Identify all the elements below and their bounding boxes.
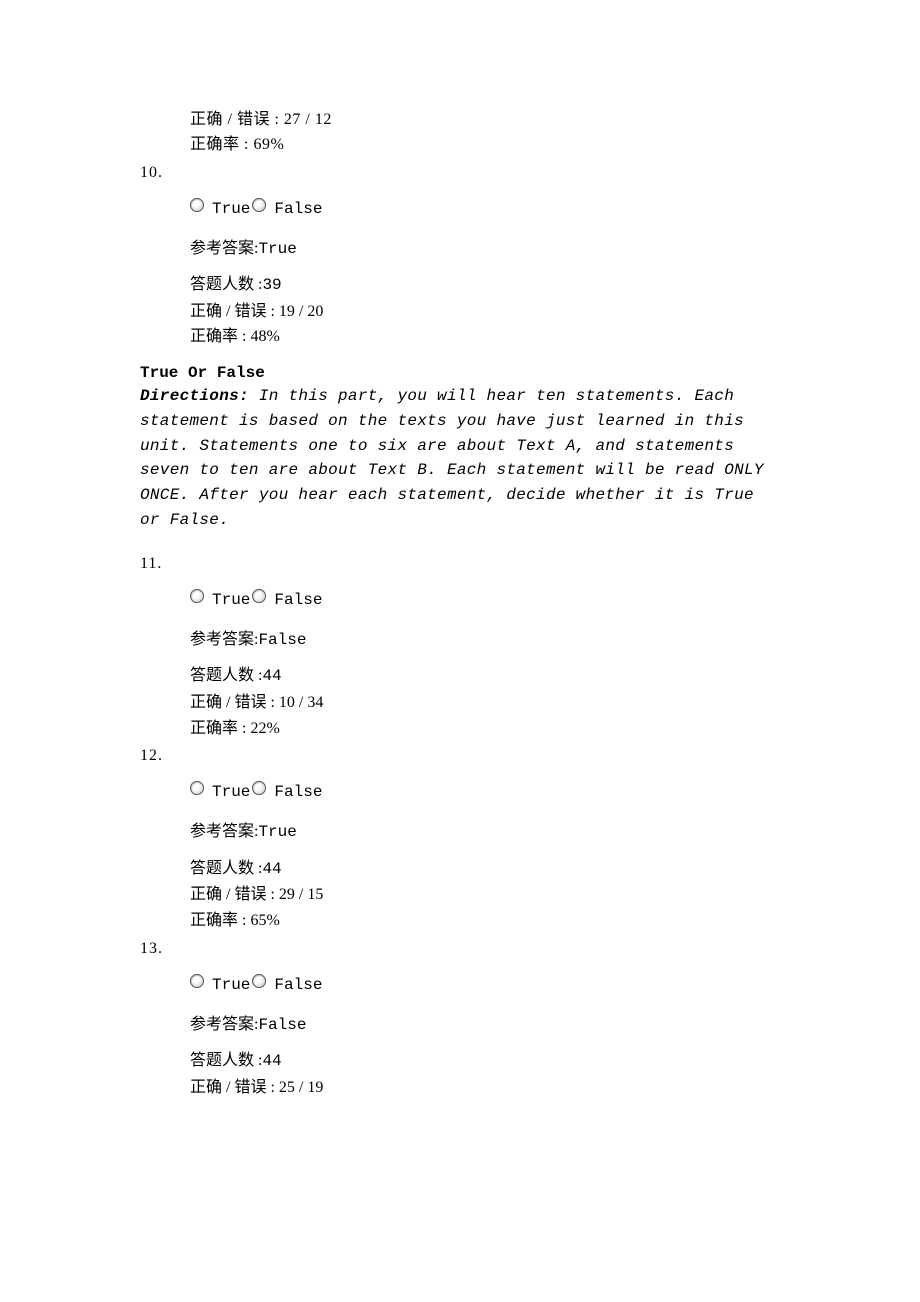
- correct-wrong-label: 正确 / 错误 :: [190, 303, 279, 320]
- correct-wrong-label: 正确 / 错误 :: [190, 1079, 279, 1096]
- option-true-label[interactable]: True: [212, 591, 250, 609]
- option-true-label[interactable]: True: [212, 200, 250, 218]
- answer-value: True: [258, 823, 296, 841]
- correct-wrong-label: 正确 / 错误 :: [190, 886, 279, 903]
- count-value: 39: [262, 276, 281, 294]
- answer-label: 参考答案:: [190, 823, 258, 840]
- reference-answer: 参考答案:False: [190, 1012, 780, 1039]
- correct-wrong-line: 正确 / 错误 : 25 / 19: [190, 1075, 780, 1101]
- count-label: 答题人数 :: [190, 667, 262, 684]
- answer-value: True: [258, 240, 296, 258]
- q11-options: True False: [190, 591, 780, 609]
- respondent-count: 答题人数 :44: [190, 1048, 780, 1075]
- option-false-label[interactable]: False: [274, 976, 322, 994]
- count-value: 44: [262, 860, 281, 878]
- question-number-12: 12.: [140, 747, 780, 765]
- option-true-label[interactable]: True: [212, 783, 250, 801]
- answer-label: 参考答案:: [190, 1016, 258, 1033]
- page: 正确 / 错误 : 27 / 12 正确率 : 69% 10. True Fal…: [0, 0, 920, 1302]
- rate-label: 正确率 :: [190, 720, 250, 737]
- q13-answer-block: 参考答案:False 答题人数 :44 正确 / 错误 : 25 / 19: [190, 1012, 780, 1101]
- radio-icon[interactable]: [190, 974, 204, 988]
- count-label: 答题人数 :: [190, 276, 262, 293]
- option-false-label[interactable]: False: [274, 200, 322, 218]
- radio-icon[interactable]: [190, 589, 204, 603]
- option-true-label[interactable]: True: [212, 976, 250, 994]
- count-value: 44: [262, 1052, 281, 1070]
- answer-value: False: [258, 1016, 306, 1034]
- radio-icon[interactable]: [252, 589, 266, 603]
- q10-options: True False: [190, 200, 780, 218]
- answer-value: False: [258, 631, 306, 649]
- correct-wrong-value: 27 / 12: [284, 111, 332, 128]
- correct-wrong-line: 正确 / 错误 : 29 / 15: [190, 882, 780, 908]
- correct-wrong-value: 19 / 20: [279, 303, 323, 320]
- question-number-11: 11.: [140, 555, 780, 573]
- rate-value: 65%: [250, 912, 279, 929]
- respondent-count: 答题人数 :44: [190, 663, 780, 690]
- correct-wrong-line: 正确 / 错误 : 10 / 34: [190, 690, 780, 716]
- rate-label: 正确率 :: [190, 136, 253, 153]
- rate-value: 69%: [253, 136, 284, 153]
- section-directions: Directions: In this part, you will hear …: [140, 384, 780, 533]
- rate-value: 48%: [250, 328, 279, 345]
- q10-answer-block: 参考答案:True 答题人数 :39 正确 / 错误 : 19 / 20 正确率…: [190, 236, 780, 350]
- rate-line: 正确率 : 22%: [190, 716, 780, 742]
- q13-options: True False: [190, 976, 780, 994]
- q-prev-stats: 正确 / 错误 : 27 / 12 正确率 : 69%: [190, 108, 780, 158]
- q12-options: True False: [190, 783, 780, 801]
- correct-wrong-label: 正确 / 错误 :: [190, 111, 284, 128]
- correct-wrong-value: 10 / 34: [279, 694, 323, 711]
- question-number-13: 13.: [140, 940, 780, 958]
- option-false-label[interactable]: False: [274, 783, 322, 801]
- q12-answer-block: 参考答案:True 答题人数 :44 正确 / 错误 : 29 / 15 正确率…: [190, 819, 780, 933]
- rate-label: 正确率 :: [190, 328, 250, 345]
- respondent-count: 答题人数 :44: [190, 856, 780, 883]
- correct-wrong-line: 正确 / 错误 : 19 / 20: [190, 299, 780, 325]
- radio-icon[interactable]: [190, 198, 204, 212]
- rate-label: 正确率 :: [190, 912, 250, 929]
- correct-wrong-line: 正确 / 错误 : 27 / 12: [190, 108, 780, 133]
- count-label: 答题人数 :: [190, 860, 262, 877]
- rate-value: 22%: [250, 720, 279, 737]
- option-false-label[interactable]: False: [274, 591, 322, 609]
- rate-line: 正确率 : 69%: [190, 133, 780, 158]
- correct-wrong-label: 正确 / 错误 :: [190, 694, 279, 711]
- rate-line: 正确率 : 48%: [190, 324, 780, 350]
- count-label: 答题人数 :: [190, 1052, 262, 1069]
- radio-icon[interactable]: [252, 198, 266, 212]
- radio-icon[interactable]: [252, 974, 266, 988]
- correct-wrong-value: 25 / 19: [279, 1079, 323, 1096]
- respondent-count: 答题人数 :39: [190, 272, 780, 299]
- reference-answer: 参考答案:False: [190, 627, 780, 654]
- correct-wrong-value: 29 / 15: [279, 886, 323, 903]
- directions-label: Directions:: [140, 387, 249, 405]
- q11-answer-block: 参考答案:False 答题人数 :44 正确 / 错误 : 10 / 34 正确…: [190, 627, 780, 741]
- reference-answer: 参考答案:True: [190, 236, 780, 263]
- answer-label: 参考答案:: [190, 240, 258, 257]
- count-value: 44: [262, 667, 281, 685]
- answer-label: 参考答案:: [190, 631, 258, 648]
- section-title: True Or False: [140, 364, 780, 382]
- radio-icon[interactable]: [190, 781, 204, 795]
- directions-text: In this part, you will hear ten statemen…: [140, 387, 764, 529]
- rate-line: 正确率 : 65%: [190, 908, 780, 934]
- reference-answer: 参考答案:True: [190, 819, 780, 846]
- radio-icon[interactable]: [252, 781, 266, 795]
- question-number-10: 10.: [140, 164, 780, 182]
